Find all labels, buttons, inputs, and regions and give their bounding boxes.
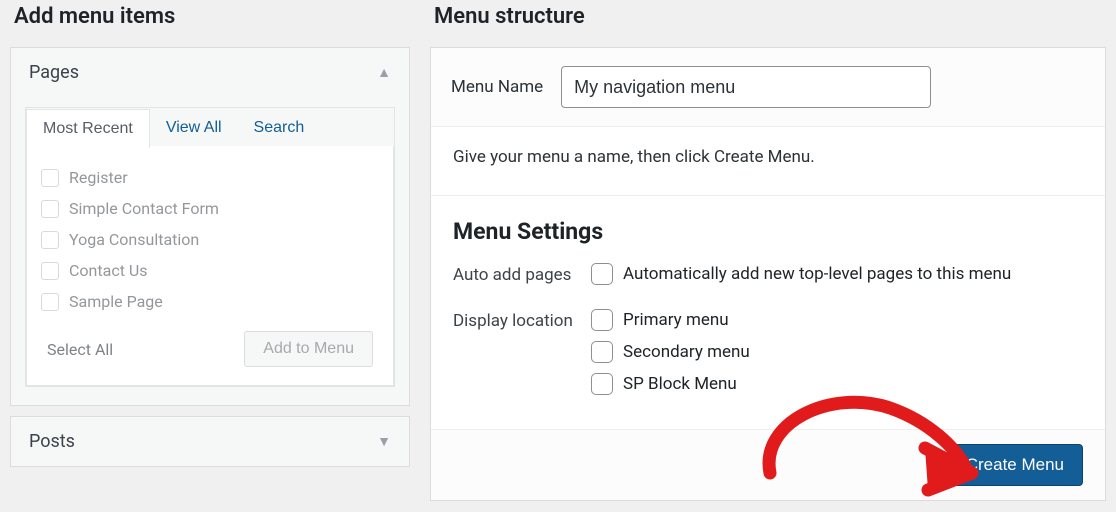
caret-down-icon: ▼: [377, 433, 391, 450]
checkbox-icon[interactable]: [41, 169, 59, 187]
tab-search[interactable]: Search: [238, 108, 321, 147]
auto-add-checkbox[interactable]: [591, 263, 613, 285]
pages-panel-toggle[interactable]: Pages ▲: [11, 48, 409, 97]
location-option-label: Primary menu: [623, 310, 729, 330]
list-item-label: Sample Page: [69, 292, 163, 311]
location-option-label: Secondary menu: [623, 342, 750, 362]
posts-panel: Posts ▼: [10, 416, 410, 467]
pages-panel: Pages ▲ Most Recent View All Search Regi…: [10, 47, 410, 406]
caret-up-icon: ▲: [377, 64, 391, 81]
auto-add-option-label: Automatically add new top-level pages to…: [623, 264, 1011, 284]
tab-view-all[interactable]: View All: [150, 108, 238, 147]
select-all-link[interactable]: Select All: [47, 340, 113, 359]
add-menu-items-heading: Add menu items: [10, 4, 410, 29]
location-spblock-checkbox[interactable]: [591, 373, 613, 395]
create-menu-button[interactable]: Create Menu: [947, 444, 1083, 486]
auto-add-pages-label: Auto add pages: [453, 263, 585, 285]
menu-name-input[interactable]: [561, 66, 931, 108]
location-option-label: SP Block Menu: [623, 374, 737, 394]
list-item[interactable]: Simple Contact Form: [41, 193, 379, 224]
list-item[interactable]: Yoga Consultation: [41, 224, 379, 255]
list-item[interactable]: Register: [41, 162, 379, 193]
list-item-label: Yoga Consultation: [69, 230, 199, 249]
list-item-label: Register: [69, 168, 128, 187]
checkbox-icon[interactable]: [41, 200, 59, 218]
location-secondary-checkbox[interactable]: [591, 341, 613, 363]
menu-structure-heading: Menu structure: [430, 4, 1106, 29]
list-item-label: Contact Us: [69, 261, 148, 280]
menu-structure-panel: Menu Name Give your menu a name, then cl…: [430, 47, 1106, 501]
display-location-label: Display location: [453, 309, 585, 331]
display-location-row: Display location Primary menu Secondary …: [453, 309, 1083, 405]
menu-name-label: Menu Name: [451, 77, 543, 97]
auto-add-pages-row: Auto add pages Automatically add new top…: [453, 263, 1083, 295]
pages-panel-title: Pages: [29, 62, 79, 83]
tab-most-recent[interactable]: Most Recent: [26, 109, 150, 148]
posts-panel-title: Posts: [29, 431, 75, 452]
checkbox-icon[interactable]: [41, 293, 59, 311]
location-primary-checkbox[interactable]: [591, 309, 613, 331]
add-to-menu-button[interactable]: Add to Menu: [244, 331, 373, 367]
menu-hint-text: Give your menu a name, then click Create…: [453, 147, 1083, 167]
list-item-label: Simple Contact Form: [69, 199, 219, 218]
list-item[interactable]: Contact Us: [41, 255, 379, 286]
list-item[interactable]: Sample Page: [41, 286, 379, 317]
menu-settings-heading: Menu Settings: [453, 218, 1083, 245]
checkbox-icon[interactable]: [41, 262, 59, 280]
checkbox-icon[interactable]: [41, 231, 59, 249]
pages-list: Register Simple Contact Form Yoga Consul…: [41, 162, 379, 317]
pages-tabs: Most Recent View All Search: [26, 108, 394, 147]
posts-panel-toggle[interactable]: Posts ▼: [11, 417, 409, 466]
